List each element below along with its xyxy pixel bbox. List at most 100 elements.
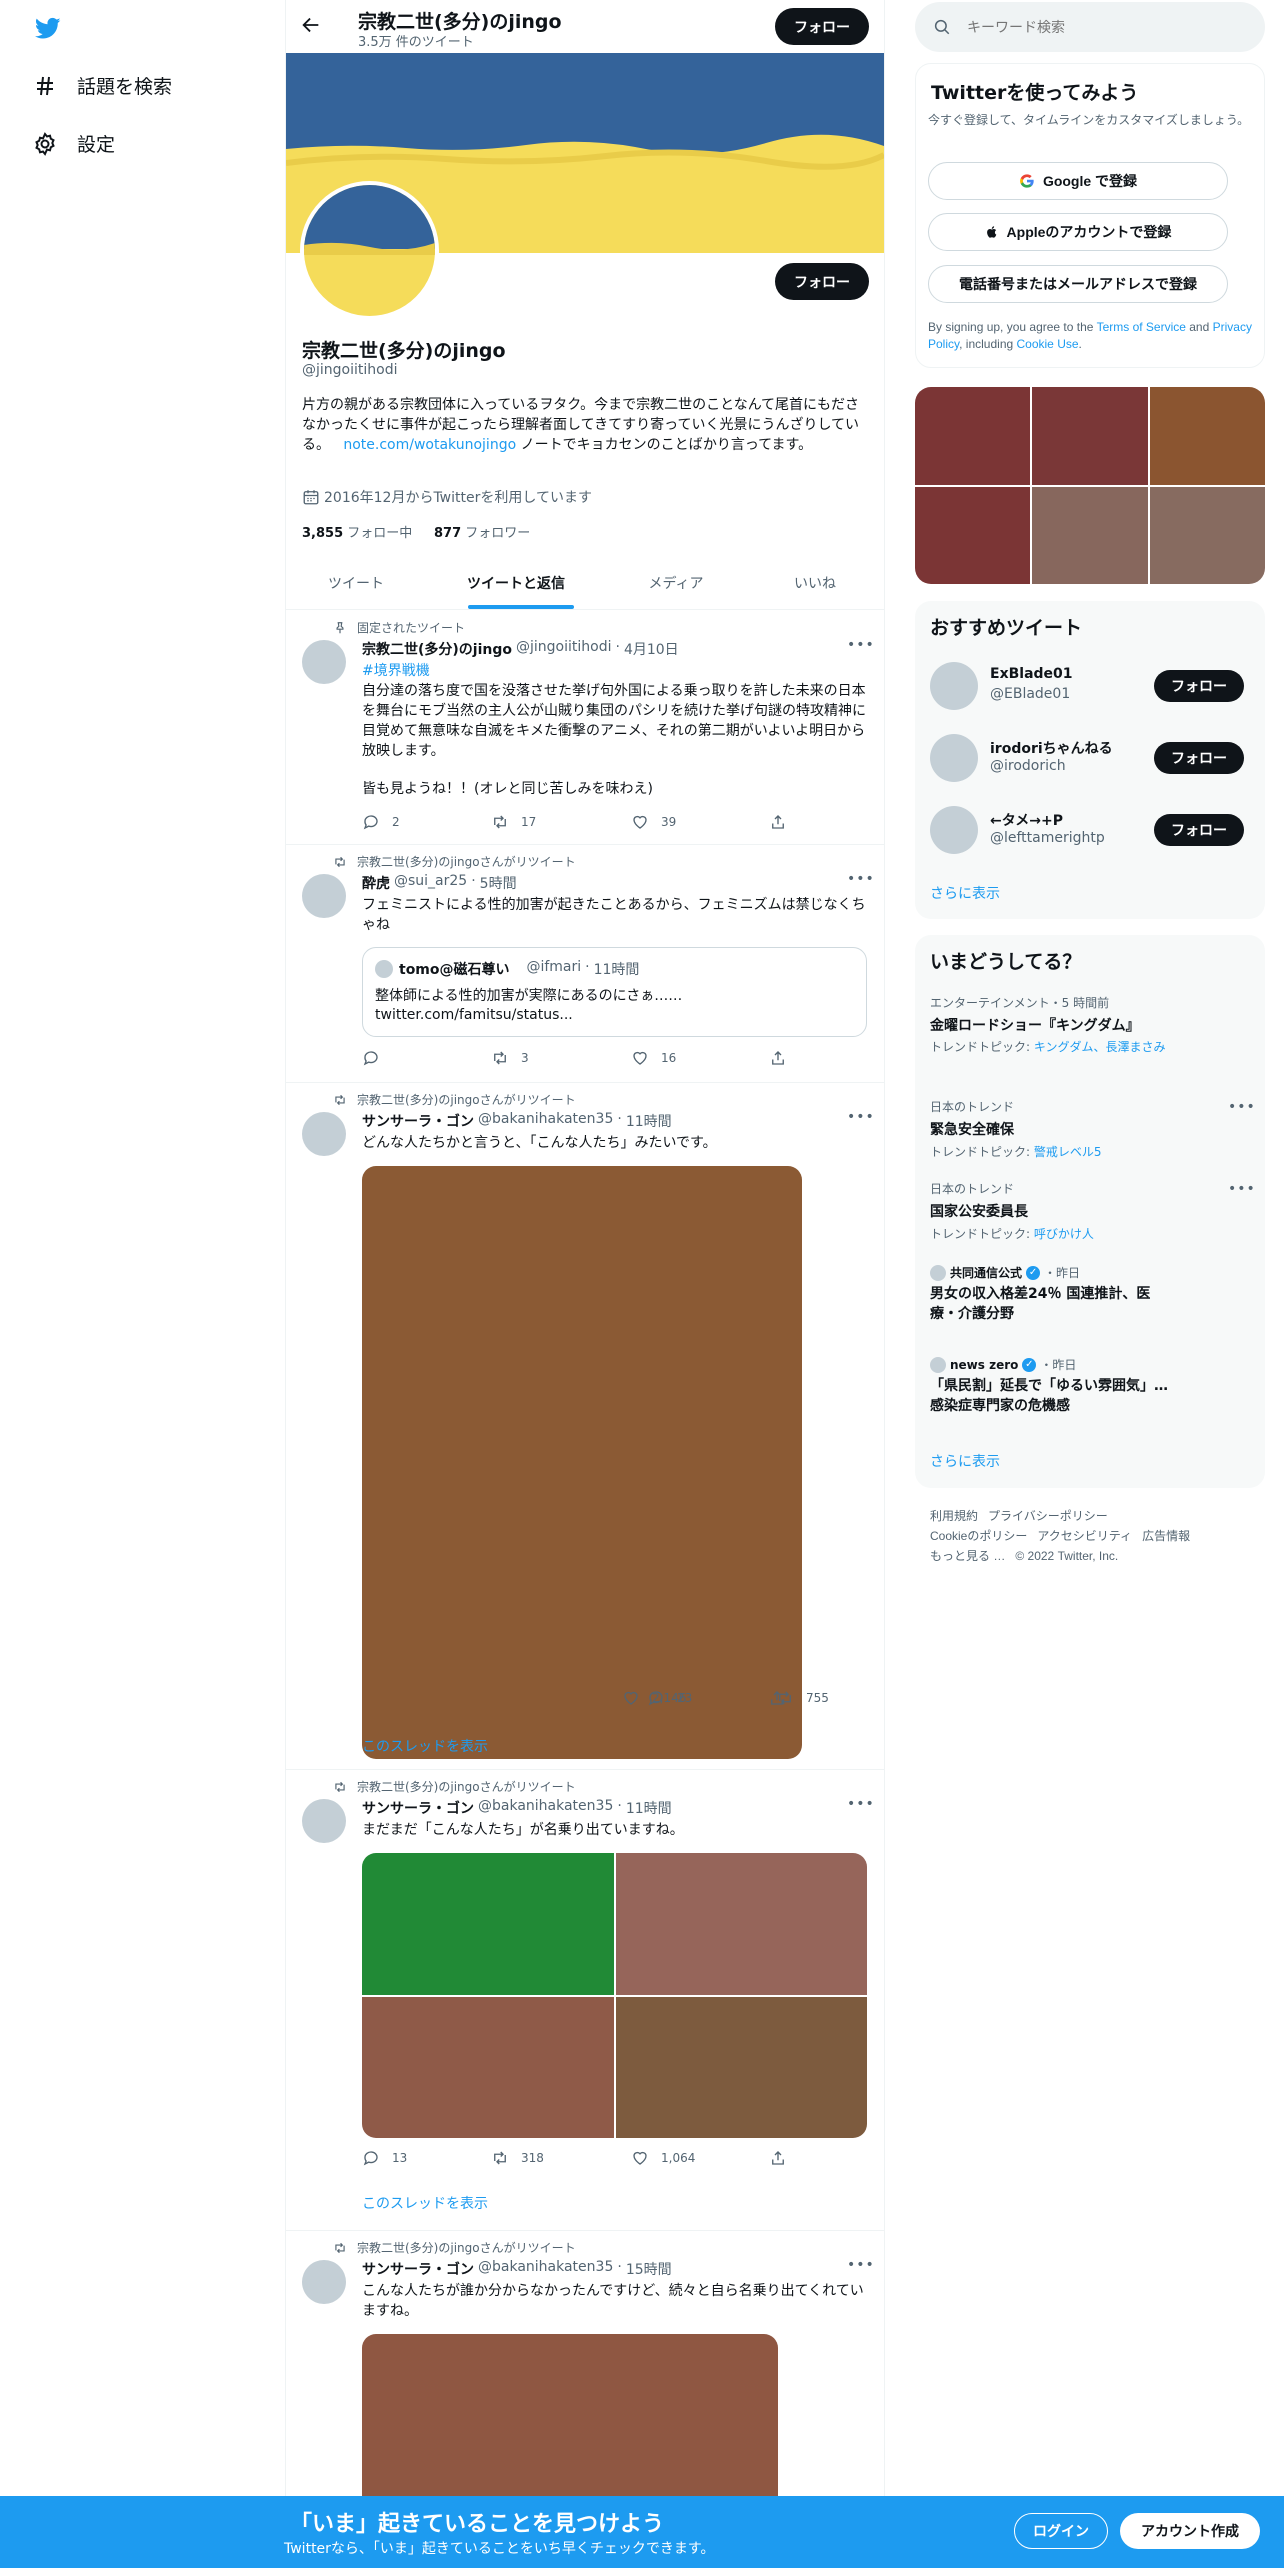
reply-button[interactable]	[362, 1049, 392, 1067]
tweet-author-handle[interactable]: @sui_ar25	[394, 873, 467, 893]
back-arrow-icon[interactable]	[300, 14, 324, 38]
trend-item[interactable]: 日本のトレンド 国家公安委員長 トレンドトピック: 呼びかけ人	[930, 1180, 1250, 1242]
news-item[interactable]: news zero ✓ ・昨日 「県民割」延長で「ゆるい雰囲気」…感染症専門家の…	[930, 1356, 1170, 1416]
media-thumbnail[interactable]	[915, 387, 1031, 485]
create-account-button[interactable]: アカウント作成	[1120, 2513, 1260, 2549]
footer-link[interactable]: 広告情報	[1142, 1529, 1190, 1543]
reply-button[interactable]: 13	[362, 2149, 407, 2167]
like-button[interactable]: 39	[631, 813, 676, 831]
tweet-author-handle[interactable]: @bakanihakaten35	[478, 2259, 613, 2279]
retweet-button[interactable]: 318	[491, 2149, 544, 2167]
tweet-time[interactable]: 11時間	[626, 1798, 672, 1818]
tweet-retweeted[interactable]: 宗教二世(多分)のjingoさんがリツイート 酔虎 @sui_ar25 · 5時…	[286, 845, 884, 1083]
profile-avatar[interactable]	[300, 181, 439, 320]
login-button[interactable]: ログイン	[1014, 2513, 1108, 2549]
show-more-link[interactable]: さらに表示	[930, 1451, 1000, 1471]
tweet-time[interactable]: 5時間	[480, 873, 517, 893]
tweet-retweeted[interactable]: 宗教二世(多分)のjingoさんがリツイート サンサーラ・ゴン @bakanih…	[286, 1770, 884, 2231]
cookie-link[interactable]: Cookie Use	[1017, 337, 1079, 351]
tweet-author-handle[interactable]: @bakanihakaten35	[478, 1111, 613, 1131]
tweet-author-name[interactable]: サンサーラ・ゴン	[362, 1798, 474, 1818]
recommended-user[interactable]: irodoriちゃんねる @irodorich フォロー	[930, 733, 1255, 785]
tweet-author-handle[interactable]: @jingoiitihodi	[516, 639, 611, 659]
share-button[interactable]	[769, 2149, 787, 2167]
tweet-author-name[interactable]: 酔虎	[362, 873, 390, 893]
tweet-author-handle[interactable]: @bakanihakaten35	[478, 1798, 613, 1818]
tab-media[interactable]: メディア	[606, 558, 746, 608]
footer-link[interactable]: プライバシーポリシー	[988, 1509, 1108, 1523]
tab-tweets[interactable]: ツイート	[286, 558, 426, 608]
tweet-image[interactable]	[615, 1996, 867, 2138]
avatar[interactable]	[302, 874, 346, 918]
tab-likes[interactable]: いいね	[746, 558, 884, 608]
media-thumbnail[interactable]	[1032, 486, 1148, 584]
avatar[interactable]	[302, 1112, 346, 1156]
media-thumbnail[interactable]	[915, 486, 1031, 584]
more-options-icon[interactable]: •••	[847, 1796, 875, 1812]
retweet-button[interactable]: 17	[491, 813, 536, 831]
tweet-retweeted[interactable]: 宗教二世(多分)のjingoさんがリツイート サンサーラ・ゴン @bakanih…	[286, 1083, 884, 1770]
tweet-author-name[interactable]: サンサーラ・ゴン	[362, 1111, 474, 1131]
trend-sub-links[interactable]: キングダム、長澤まさみ	[1034, 1040, 1166, 1054]
reply-button[interactable]: 2	[362, 813, 400, 831]
more-options-icon[interactable]: •••	[847, 1109, 875, 1125]
trend-more-icon[interactable]: •••	[1228, 1181, 1256, 1197]
tweet-pinned[interactable]: 固定されたツイート 宗教二世(多分)のjingo @jingoiitihodi …	[286, 611, 884, 845]
followers-link[interactable]: 877 フォロワー	[434, 522, 530, 541]
footer-link[interactable]: 利用規約	[930, 1509, 978, 1523]
tweet-image[interactable]	[615, 1853, 867, 1995]
tweet-time[interactable]: 4月10日	[624, 639, 679, 659]
like-button[interactable]: 2,146	[622, 1689, 686, 1707]
share-button[interactable]	[769, 813, 787, 831]
nav-settings[interactable]: 設定	[33, 130, 115, 157]
avatar[interactable]	[302, 640, 346, 684]
profile-follow-button[interactable]: フォロー	[775, 263, 869, 300]
tweet-image[interactable]	[362, 1996, 614, 2138]
phone-signup-button[interactable]: 電話番号またはメールアドレスで登録	[928, 265, 1228, 303]
trend-sub-links[interactable]: 警戒レベル5	[1034, 1145, 1102, 1159]
share-button[interactable]	[769, 1049, 787, 1067]
tweet-hashtag[interactable]: #境界戦機	[362, 661, 867, 681]
google-signup-button[interactable]: Google で登録	[928, 162, 1228, 200]
show-more-link[interactable]: さらに表示	[930, 883, 1000, 903]
search-input[interactable]	[967, 19, 1227, 35]
tweet-author-name[interactable]: サンサーラ・ゴン	[362, 2259, 474, 2279]
avatar[interactable]	[302, 2260, 346, 2304]
show-thread-link[interactable]: このスレッドを表示	[362, 2193, 488, 2213]
follow-button[interactable]: フォロー	[1154, 742, 1244, 774]
media-thumbnail[interactable]	[1149, 387, 1265, 485]
footer-link[interactable]: アクセシビリティ	[1037, 1529, 1132, 1543]
like-button[interactable]: 16	[631, 1049, 676, 1067]
terms-link[interactable]: Terms of Service	[1097, 320, 1186, 334]
nav-explore[interactable]: 話題を検索	[33, 72, 172, 99]
avatar[interactable]	[302, 1799, 346, 1843]
tab-tweets-replies[interactable]: ツイートと返信	[426, 558, 606, 608]
trend-item[interactable]: エンターテインメント・5 時間前 金曜ロードショー『キングダム』 トレンドトピッ…	[930, 994, 1250, 1055]
following-link[interactable]: 3,855 フォロー中	[302, 522, 412, 541]
trend-item[interactable]: 日本のトレンド 緊急安全確保 トレンドトピック: 警戒レベル5	[930, 1098, 1250, 1160]
twitter-logo-icon[interactable]	[33, 15, 63, 41]
show-thread-link[interactable]: このスレッドを表示	[362, 1736, 488, 1756]
header-follow-button[interactable]: フォロー	[775, 8, 869, 45]
tweet-author-name[interactable]: 宗教二世(多分)のjingo	[362, 639, 512, 659]
tweet-time[interactable]: 15時間	[626, 2259, 672, 2279]
follow-button[interactable]: フォロー	[1154, 670, 1244, 702]
trend-sub-links[interactable]: 呼びかけ人	[1034, 1227, 1094, 1241]
quote-tweet[interactable]: tomo@磁石尊い @ifmari · 11時間 整体師による性的加害が実際にあ…	[362, 947, 867, 1037]
footer-link[interactable]: もっと見る …	[930, 1549, 1005, 1563]
media-thumbnail[interactable]	[1032, 387, 1148, 485]
apple-signup-button[interactable]: Appleのアカウントで登録	[928, 213, 1228, 251]
more-options-icon[interactable]: •••	[847, 2257, 875, 2273]
news-item[interactable]: 共同通信公式 ✓ ・昨日 男女の収入格差24％ 国連推計、医療・介護分野	[930, 1264, 1170, 1324]
recommended-user[interactable]: ←タメ→+P @lefttamerightp フォロー	[930, 805, 1255, 857]
tweet-retweeted[interactable]: 宗教二世(多分)のjingoさんがリツイート サンサーラ・ゴン @bakanih…	[286, 2231, 884, 2504]
tweet-image[interactable]	[362, 2334, 778, 2504]
search-box[interactable]	[915, 2, 1265, 52]
tweet-time[interactable]: 11時間	[626, 1111, 672, 1131]
media-thumbnail[interactable]	[1149, 486, 1265, 584]
trend-more-icon[interactable]: •••	[1228, 1099, 1256, 1115]
footer-link[interactable]: Cookieのポリシー	[930, 1529, 1027, 1543]
more-options-icon[interactable]: •••	[847, 637, 875, 653]
tweet-image[interactable]	[362, 1853, 614, 1995]
follow-button[interactable]: フォロー	[1154, 814, 1244, 846]
